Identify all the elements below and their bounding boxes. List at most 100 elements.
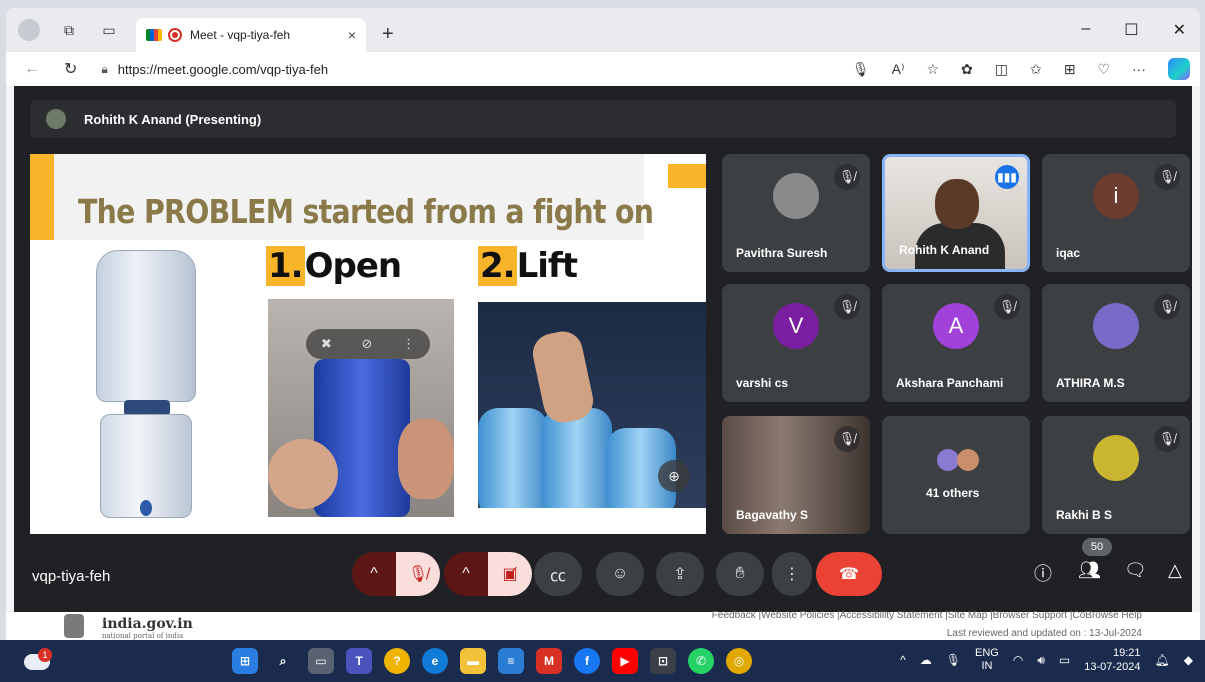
options-icon[interactable]: ⋮	[402, 336, 415, 352]
maximize-button[interactable]: ☐	[1124, 20, 1138, 40]
new-tab-button[interactable]: +	[382, 23, 394, 46]
profile-icon[interactable]	[16, 17, 42, 43]
copilot-icon[interactable]	[1168, 58, 1190, 80]
weather-widget-icon[interactable]: 1	[24, 648, 52, 672]
reactions-button[interactable]: ☺	[596, 552, 644, 596]
tab-bar: ⧉ ▭ Meet - vqp-tiya-feh × + – ☐ ✕	[6, 8, 1200, 52]
participant-tile[interactable]: 🎙︎̸ Pavithra Suresh	[722, 154, 870, 272]
clock[interactable]: 19:21 13-07-2024	[1084, 646, 1140, 674]
chat-icon[interactable]: 🗨︎	[1124, 560, 1147, 581]
participant-tile[interactable]: 🎙︎̸ A Akshara Panchami	[882, 284, 1030, 402]
file-explorer-icon[interactable]: ▬	[460, 648, 486, 674]
app-tile-icon[interactable]: ≡	[498, 648, 524, 674]
mic-off-icon: 🎙︎̸	[1154, 426, 1180, 452]
photo-overlay-controls: ✖ ⊘ ⋮	[306, 329, 430, 359]
collections-icon[interactable]: ⊞	[1064, 61, 1076, 78]
leave-call-button[interactable]: ☎︎	[816, 552, 882, 596]
people-count-badge: 50	[1082, 538, 1112, 556]
participant-tile-speaking[interactable]: ▮▮▮ Rohith K Anand	[882, 154, 1030, 272]
start-icon[interactable]: ⊞	[232, 648, 258, 674]
window-controls: – ☐ ✕	[1081, 20, 1200, 40]
participant-avatar: V	[773, 303, 819, 349]
water-dispenser-image	[96, 250, 200, 522]
chrome-icon[interactable]: ◎	[726, 648, 752, 674]
present-button[interactable]: ⇪	[656, 552, 704, 596]
workspaces-icon[interactable]: ⧉	[56, 17, 82, 43]
camera-toggle-button[interactable]: ▣̸	[488, 552, 532, 596]
facebook-icon[interactable]: f	[574, 648, 600, 674]
mute-off-icon[interactable]: ⊘	[361, 336, 372, 352]
people-icon[interactable]: 👥︎	[1078, 560, 1101, 581]
reload-icon[interactable]: ↻	[64, 59, 77, 79]
participant-tile[interactable]: 🎙︎̸ V varshi cs	[722, 284, 870, 402]
national-emblem-icon	[64, 614, 84, 638]
speaking-indicator-icon: ▮▮▮	[995, 165, 1019, 189]
participant-avatar: A	[933, 303, 979, 349]
footer-links[interactable]: Feedback |Website Policies |Accessibilit…	[712, 610, 1142, 621]
participant-tile[interactable]: 🎙︎̸ i iqac	[1042, 154, 1190, 272]
address-bar: ← ↻ 🔒︎ https://meet.google.com/vqp-tiya-…	[6, 52, 1200, 86]
extensions-icon[interactable]: ✿	[961, 61, 973, 78]
lift-bottle-photo: ⊕	[478, 302, 706, 508]
tab-close-button[interactable]: ×	[348, 27, 356, 43]
meet-stage: Rohith K Anand (Presenting) The PROBLEM …	[14, 86, 1192, 612]
others-tile[interactable]: 41 others	[882, 416, 1030, 534]
activities-icon[interactable]: △	[1168, 560, 1182, 581]
url-field[interactable]: 🔒︎ https://meet.google.com/vqp-tiya-feh	[101, 62, 851, 77]
tab-actions-icon[interactable]: ▭	[96, 17, 122, 43]
raise-hand-button[interactable]: ✋︎	[716, 552, 764, 596]
url-text: https://meet.google.com/vqp-tiya-feh	[117, 61, 329, 77]
volume-icon[interactable]: 🔊︎	[1037, 653, 1045, 668]
presenter-avatar	[46, 109, 66, 129]
language-indicator[interactable]: ENG IN	[975, 647, 999, 673]
tray-chevron-icon[interactable]: ^	[900, 653, 906, 667]
mic-icon[interactable]: 🎙︎	[852, 61, 870, 78]
windows-taskbar: 1 ⊞ ⌕ ▭ T ? e ▬ ≡ M f ▶ ⊡ ✆ ◎ ^ ☁ 🎙︎ ENG…	[0, 640, 1205, 682]
participant-tile[interactable]: 🎙︎̸ ATHIRA M.S	[1042, 284, 1190, 402]
notifications-bell-icon[interactable]: 🔔︎	[1155, 653, 1170, 667]
back-icon[interactable]: ←	[24, 60, 40, 78]
more-options-button[interactable]: ⋮	[772, 552, 812, 596]
gov-logo[interactable]: india.gov.in national portal of india	[102, 616, 193, 640]
help-icon[interactable]: ?	[384, 648, 410, 674]
more-menu-icon[interactable]: ···	[1132, 61, 1146, 77]
security-icon[interactable]: M	[536, 648, 562, 674]
mic-toggle-button[interactable]: 🎙︎̸	[396, 552, 440, 596]
store-icon[interactable]: ⊡	[650, 648, 676, 674]
captions-button[interactable]: ㏄	[534, 552, 582, 596]
edge-icon[interactable]: e	[422, 648, 448, 674]
zoom-icon[interactable]: ⊕	[658, 460, 690, 492]
minimize-button[interactable]: –	[1081, 20, 1090, 40]
youtube-icon[interactable]: ▶	[612, 648, 638, 674]
participant-tile[interactable]: 🎙︎̸ Bagavathy S	[722, 416, 870, 534]
favorites-icon[interactable]: ✩	[1030, 61, 1042, 78]
wifi-icon[interactable]: ◠	[1013, 653, 1023, 667]
read-aloud-icon[interactable]: A⁾	[892, 61, 905, 78]
participant-name: Akshara Panchami	[896, 376, 1004, 390]
meeting-info-icon[interactable]: ⓘ	[1034, 560, 1052, 586]
participant-name: iqac	[1056, 246, 1081, 260]
tab-meet[interactable]: Meet - vqp-tiya-feh ×	[136, 18, 366, 52]
battery-icon[interactable]: ▭	[1059, 653, 1070, 667]
underlying-page-footer: india.gov.in national portal of india Fe…	[6, 610, 1200, 640]
address-actions: 🎙︎ A⁾ ☆ ✿ ◫ ✩ ⊞ ♡ ···	[852, 58, 1200, 80]
copilot-taskbar-icon[interactable]: ◆	[1184, 653, 1193, 667]
task-view-icon[interactable]: ▭	[308, 648, 334, 674]
search-icon[interactable]: ⌕	[270, 648, 296, 674]
others-count: 41 others	[926, 486, 980, 500]
participant-name: varshi cs	[736, 376, 789, 390]
tray-mic-icon[interactable]: 🎙︎	[946, 653, 961, 667]
teams-icon[interactable]: T	[346, 648, 372, 674]
close-window-button[interactable]: ✕	[1173, 20, 1186, 40]
whatsapp-icon[interactable]: ✆	[688, 648, 714, 674]
split-screen-icon[interactable]: ◫	[995, 61, 1008, 78]
lock-icon[interactable]: 🔒︎	[101, 62, 107, 77]
participant-name: Rakhi B S	[1056, 508, 1113, 522]
pin-off-icon[interactable]: ✖	[321, 336, 332, 352]
video-options-chevron-icon[interactable]: ^	[444, 552, 488, 596]
browser-essentials-icon[interactable]: ♡	[1097, 61, 1110, 78]
participant-tile[interactable]: 🎙︎̸ Rakhi B S	[1042, 416, 1190, 534]
favorite-star-icon[interactable]: ☆	[926, 61, 939, 78]
audio-options-chevron-icon[interactable]: ^	[352, 552, 396, 596]
onedrive-icon[interactable]: ☁	[920, 653, 932, 667]
